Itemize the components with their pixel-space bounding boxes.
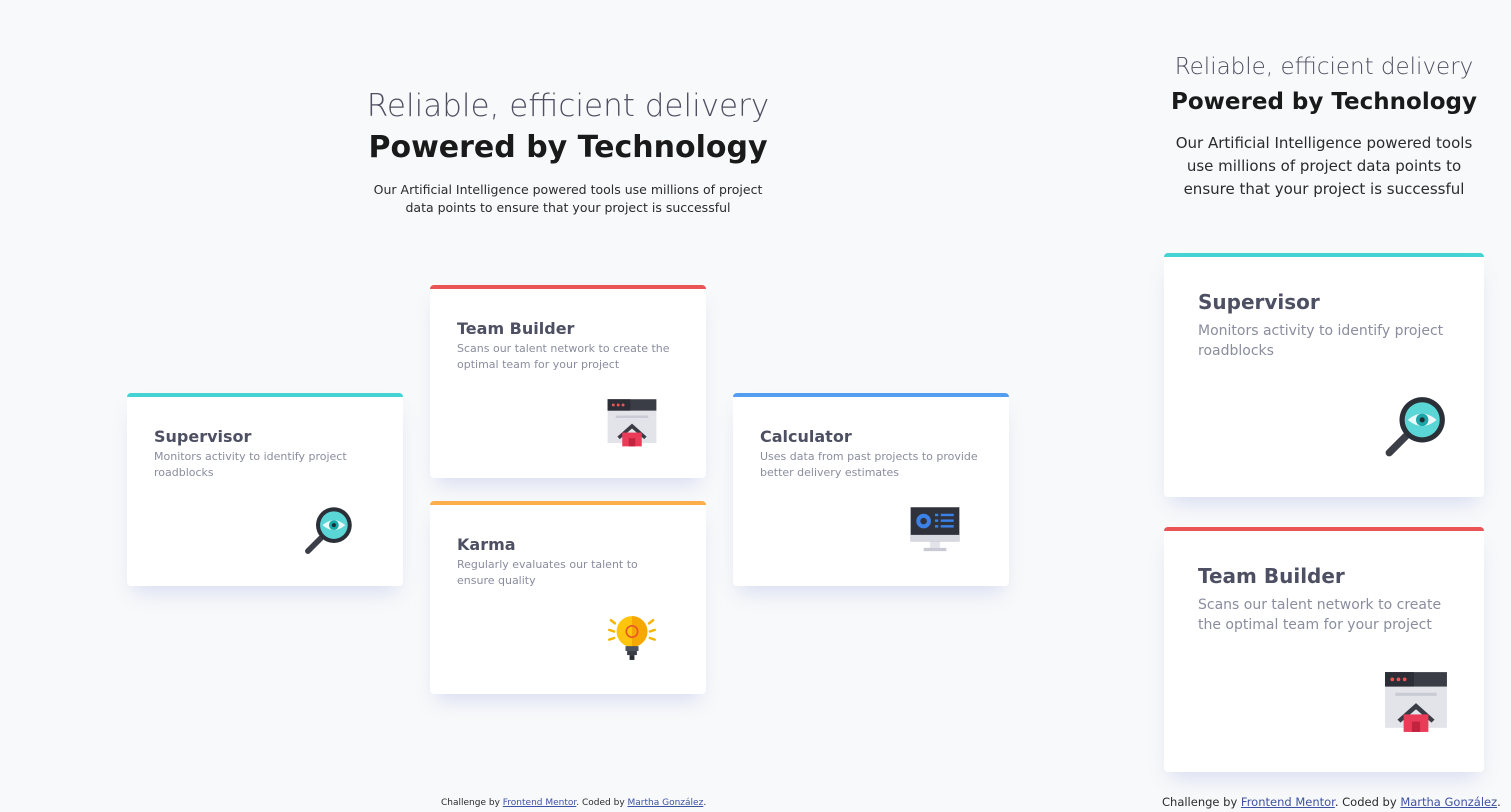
card-title: Supervisor [1198,290,1320,314]
attribution-desktop: Challenge by Frontend Mentor. Coded by M… [441,798,706,808]
tagline: Reliable, efficient delivery [1174,54,1474,80]
card-title: Calculator [760,427,852,446]
team-builder-icon [1385,672,1447,732]
card-text: Scans our talent network to create the o… [1198,597,1442,633]
lightbulb-icon [608,616,656,660]
card-supervisor: Supervisor Monitors activity to identify… [127,393,403,586]
card-team-builder-mobile: Team Builder Scans our talent network to… [1164,527,1484,772]
author-link[interactable]: Martha González [1400,795,1497,809]
attribution-middle: . Coded by [576,798,625,808]
page-title: Powered by Technology [368,130,768,165]
card-supervisor-mobile: Supervisor Monitors activity to identify… [1164,253,1484,497]
card-title: Karma [457,535,516,554]
attribution-prefix: Challenge by [441,798,500,808]
magnifier-eye-icon [1385,397,1445,457]
magnifier-eye-icon [305,507,352,554]
attribution-prefix: Challenge by [1162,795,1238,809]
card-title: Team Builder [457,319,575,338]
attribution-suffix: . [1497,795,1501,809]
card-text: Regularly evaluates our talent to ensure… [457,558,638,587]
attribution-mobile: Challenge by Frontend Mentor. Coded by M… [1162,795,1501,809]
card-title: Team Builder [1198,564,1345,588]
card-text: Monitors activity to identify project ro… [1198,323,1444,359]
page-description: Our Artificial Intelligence powered tool… [1175,134,1473,198]
attribution-suffix: . [703,798,707,808]
page-title: Powered by Technology [1171,89,1477,115]
tagline: Reliable, efficient delivery [366,88,770,124]
author-link[interactable]: Martha González [628,798,704,808]
mobile-header: Reliable, efficient delivery Powered by … [1164,50,1484,201]
card-karma: Karma Regularly evaluates our talent to … [430,501,706,694]
page-description: Our Artificial Intelligence powered tool… [373,182,763,215]
calculator-monitor-icon [910,507,960,552]
desktop-header: Reliable, efficient delivery Powered by … [318,86,818,217]
frontend-mentor-link[interactable]: Frontend Mentor [503,798,577,808]
card-text: Uses data from past projects to provide … [760,450,978,479]
card-title: Supervisor [154,427,252,446]
attribution-middle: . Coded by [1334,795,1397,809]
card-calculator: Calculator Uses data from past projects … [733,393,1009,586]
card-team-builder: Team Builder Scans our talent network to… [430,285,706,478]
frontend-mentor-link[interactable]: Frontend Mentor [1241,795,1335,809]
team-builder-icon [607,399,657,447]
card-text: Scans our talent network to create the o… [457,342,670,371]
card-text: Monitors activity to identify project ro… [154,450,347,479]
